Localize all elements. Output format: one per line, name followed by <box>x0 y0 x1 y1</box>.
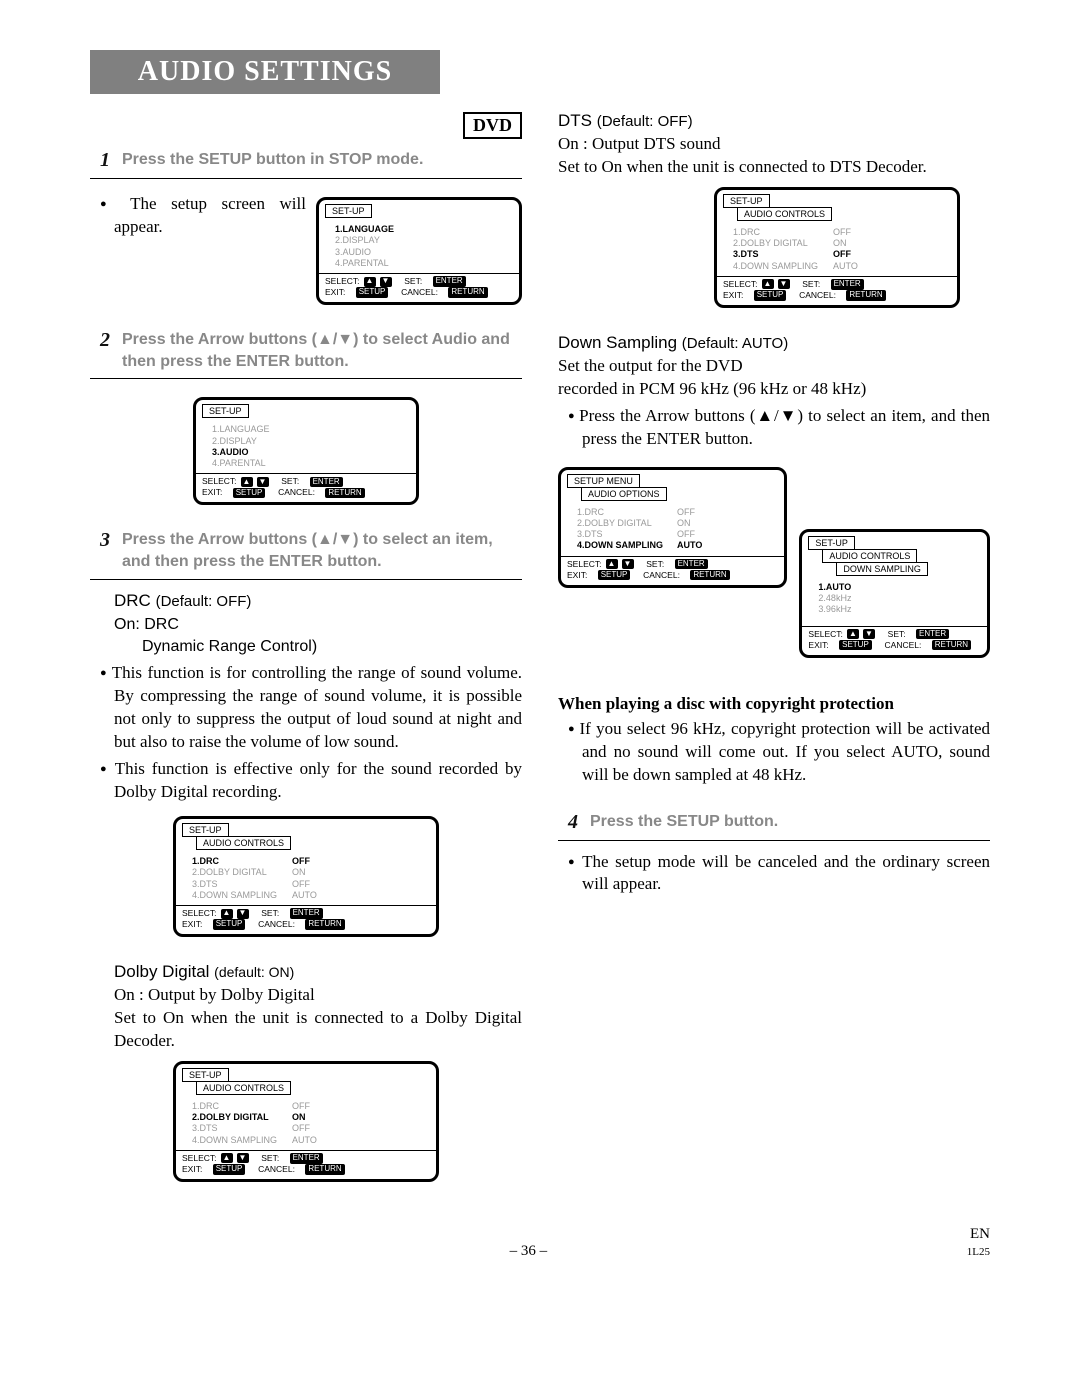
osd-main-2: SET-UP 1.LANGUAGE 2.DISPLAY 3.AUDIO 4.PA… <box>193 397 419 505</box>
step-3: 3 Press the Arrow buttons (▲/▼) to selec… <box>90 519 522 579</box>
copyright-p: If you select 96 kHz, copyright protecti… <box>582 718 990 787</box>
step4-body: The setup mode will be canceled and the … <box>582 851 990 897</box>
dvd-badge: DVD <box>463 112 522 139</box>
osd-main-1: SET-UP 1.LANGUAGE 2.DISPLAY 3.AUDIO 4.PA… <box>316 197 522 305</box>
manual-page: AUDIO SETTINGS DVD 1 Press the SETUP but… <box>0 0 1080 1300</box>
page-title: AUDIO SETTINGS <box>90 50 440 94</box>
osd-down-sampling: SET-UP AUDIO CONTROLS DOWN SAMPLING 1.AU… <box>799 529 990 658</box>
step-number: 1 <box>90 149 110 172</box>
step-2: 2 Press the Arrow buttons (▲/▼) to selec… <box>90 319 522 379</box>
drc-p1: This function is for controlling the ran… <box>114 662 522 754</box>
step1-body: The setup screen will appear. <box>114 193 306 239</box>
page-footer: – 36 – EN 1L25 <box>90 1226 990 1260</box>
left-column: DVD 1 Press the SETUP button in STOP mod… <box>90 104 522 1196</box>
step-1: 1 Press the SETUP button in STOP mode. <box>90 139 522 179</box>
step-4: 4 Press the SETUP button. <box>558 801 990 841</box>
osd-footer: SELECT:▲▼ SET: ENTER EXIT: SETUP CANCEL:… <box>319 273 519 300</box>
osd-audio-dolby: SET-UP AUDIO CONTROLS 1.DRCOFF 2.DOLBY D… <box>173 1061 439 1182</box>
copyright-heading: When playing a disc with copyright prote… <box>558 694 990 714</box>
osd-audio-options: SETUP MENU AUDIO OPTIONS 1.DRCOFF 2.DOLB… <box>558 467 787 588</box>
step-text: Press the SETUP button in STOP mode. <box>122 149 522 172</box>
page-number: – 36 – <box>510 1243 548 1260</box>
down-bullet: Press the Arrow buttons (▲/▼) to select … <box>582 405 990 451</box>
osd-audio-drc: SET-UP AUDIO CONTROLS 1.DRCOFF 2.DOLBY D… <box>173 816 439 937</box>
right-column: DTS (Default: OFF) On : Output DTS sound… <box>558 104 990 1196</box>
osd-audio-dts: SET-UP AUDIO CONTROLS 1.DRCOFF 2.DOLBY D… <box>714 187 960 308</box>
drc-p2: This function is effective only for the … <box>114 758 522 804</box>
